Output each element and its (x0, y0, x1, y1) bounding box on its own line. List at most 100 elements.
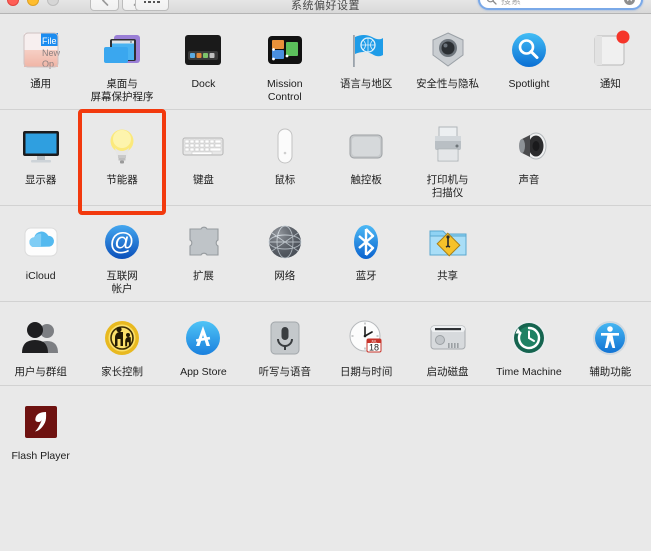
pref-label: 蓝牙 (355, 270, 377, 282)
svg-text:File: File (42, 36, 57, 46)
mouse-icon (261, 122, 309, 170)
pref-label: iCloud (25, 270, 56, 282)
startup-disk-icon (424, 314, 472, 362)
pref-general[interactable]: File New Op 通用 (0, 22, 81, 103)
preferences-grid: File New Op 通用 桌面与 屏幕保护程序 Dock Mission C… (0, 14, 651, 468)
displays-icon (17, 122, 65, 170)
pref-label: 触控板 (350, 174, 382, 186)
pref-icloud[interactable]: iCloud (0, 214, 81, 295)
pref-label: 声音 (518, 174, 540, 186)
flash-player-icon (17, 398, 65, 446)
keyboard-icon (179, 122, 227, 170)
pref-displays[interactable]: 显示器 (0, 118, 81, 199)
desktop-screensaver-icon (98, 26, 146, 74)
pref-label: 桌面与 屏幕保护程序 (90, 78, 154, 103)
pref-label: 节能器 (106, 174, 138, 186)
time-machine-icon (505, 314, 553, 362)
pref-label: 通用 (30, 78, 52, 90)
pref-dock[interactable]: Dock (163, 22, 244, 103)
pref-label: 辅助功能 (589, 366, 632, 378)
pref-label: 用户与群组 (14, 366, 67, 378)
window-toolbar: 系统偏好设置 搜索 ✕ (0, 0, 651, 14)
pref-startup-disk[interactable]: 启动磁盘 (407, 310, 488, 379)
pref-language-region[interactable]: 语言与地区 (326, 22, 407, 103)
dock-icon (179, 26, 227, 74)
icloud-icon (17, 218, 65, 266)
pref-network[interactable]: 网络 (244, 214, 325, 295)
preferences-row: File New Op 通用 桌面与 屏幕保护程序 Dock Mission C… (0, 14, 651, 110)
pref-app-store[interactable]: App Store (163, 310, 244, 379)
pref-label: 显示器 (24, 174, 57, 186)
pref-users-groups[interactable]: 用户与群组 (0, 310, 81, 379)
search-icon (486, 0, 497, 5)
language-region-icon (342, 26, 390, 74)
pref-sharing[interactable]: 共享 (407, 214, 488, 295)
security-privacy-icon (424, 26, 472, 74)
date-time-icon: JUL 18 (342, 314, 390, 362)
pref-label: 语言与地区 (339, 78, 393, 90)
pref-parental-controls[interactable]: 家长控制 (81, 310, 162, 379)
pref-label: Flash Player (11, 449, 70, 462)
pref-security-privacy[interactable]: 安全性与隐私 (407, 22, 488, 103)
pref-label: 互联网 帐户 (106, 270, 138, 295)
pref-bluetooth[interactable]: 蓝牙 (326, 214, 407, 295)
pref-extensions[interactable]: 扩展 (163, 214, 244, 295)
pref-label: Mission Control (267, 78, 303, 103)
calendar-day-label: 18 (369, 343, 379, 353)
pref-label: 共享 (437, 270, 459, 282)
pref-label: 家长控制 (101, 366, 144, 378)
pref-spotlight[interactable]: Spotlight (488, 22, 569, 103)
search-placeholder: 搜索 (501, 0, 521, 7)
extensions-icon (179, 218, 227, 266)
search-clear-button[interactable]: ✕ (624, 0, 635, 5)
pref-label: 打印机与 扫描仪 (426, 174, 469, 199)
preferences-row: 用户与群组 家长控制 App Store 听写与语音 JUL 18 日期与时间 … (0, 302, 651, 386)
pref-dictation-speech[interactable]: 听写与语音 (244, 310, 325, 379)
pref-desktop-screensaver[interactable]: 桌面与 屏幕保护程序 (81, 22, 162, 103)
internet-accounts-icon: @ (98, 218, 146, 266)
pref-label: 通知 (599, 78, 621, 90)
pref-time-machine[interactable]: Time Machine (488, 310, 569, 379)
pref-label: App Store (180, 366, 227, 378)
pref-label: 扩展 (192, 270, 214, 282)
printers-scanners-icon (424, 122, 472, 170)
pref-label: 听写与语音 (258, 366, 312, 378)
pref-keyboard[interactable]: 键盘 (163, 118, 244, 199)
pref-label: 安全性与隐私 (416, 78, 480, 90)
dictation-speech-icon (261, 314, 309, 362)
badge-dot (616, 30, 630, 44)
search-field[interactable]: 搜索 ✕ (478, 0, 643, 10)
mission-control-icon (261, 26, 309, 74)
app-store-icon (179, 314, 227, 362)
preferences-row: iCloud @ 互联网 帐户 扩展 网络 蓝牙 共享 (0, 206, 651, 302)
accessibility-icon (586, 314, 634, 362)
pref-printers-scanners[interactable]: 打印机与 扫描仪 (407, 118, 488, 199)
pref-notifications[interactable]: 通知 (570, 22, 651, 103)
users-groups-icon (17, 314, 65, 362)
pref-label: 日期与时间 (339, 366, 393, 378)
pref-sound[interactable]: 声音 (488, 118, 569, 199)
general-icon: File New Op (17, 26, 65, 74)
pref-mission-control[interactable]: Mission Control (244, 22, 325, 103)
svg-text:@: @ (109, 228, 134, 256)
sharing-icon (424, 218, 472, 266)
pref-accessibility[interactable]: 辅助功能 (570, 310, 651, 379)
pref-label: Dock (191, 78, 216, 90)
pref-label: 键盘 (192, 174, 214, 186)
pref-internet-accounts[interactable]: @ 互联网 帐户 (81, 214, 162, 295)
pref-trackpad[interactable]: 触控板 (326, 118, 407, 199)
trackpad-icon (342, 122, 390, 170)
pref-label: Spotlight (508, 78, 550, 90)
pref-energy-saver[interactable]: 节能器 (81, 118, 162, 199)
spotlight-icon (505, 26, 553, 74)
pref-label: Time Machine (496, 366, 562, 378)
pref-label: 鼠标 (274, 174, 296, 186)
pref-label: 网络 (274, 270, 296, 282)
notifications-icon (586, 26, 634, 74)
pref-date-time[interactable]: JUL 18 日期与时间 (326, 310, 407, 379)
pref-flash-player[interactable]: Flash Player (0, 394, 81, 463)
pref-mouse[interactable]: 鼠标 (244, 118, 325, 199)
network-icon (261, 218, 309, 266)
bluetooth-icon (342, 218, 390, 266)
energy-saver-icon (98, 122, 146, 170)
